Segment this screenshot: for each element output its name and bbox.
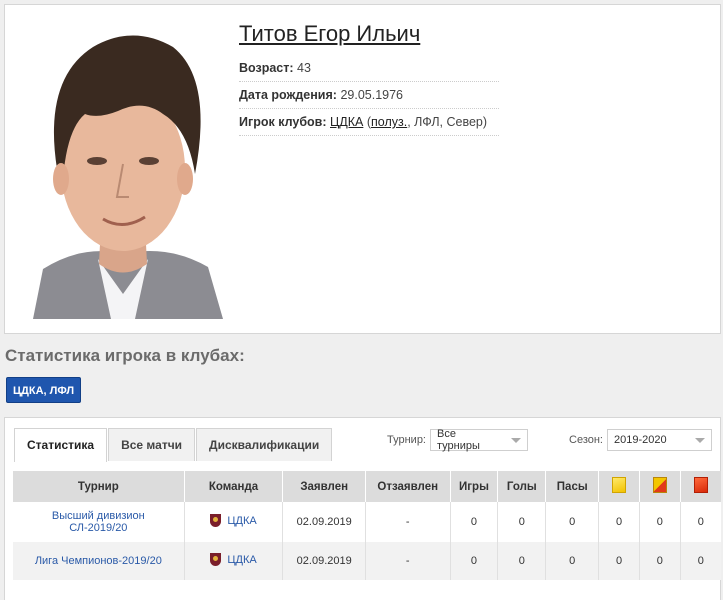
team-name: ЦДКА — [227, 514, 257, 527]
clubs-row: Игрок клубов: ЦДКА (полуз., ЛФЛ, Север) — [239, 109, 499, 136]
stats-tabs: Статистика Все матчи Дисквалификации — [14, 428, 333, 462]
tournament-link[interactable]: Высший дивизион СЛ-2019/20 — [13, 502, 185, 542]
yellow-red-cell: 0 — [638, 542, 681, 580]
tab-disqualifications[interactable]: Дисквалификации — [196, 428, 333, 461]
club-crest-icon — [210, 553, 222, 566]
col-yellow-red[interactable] — [638, 471, 681, 502]
registered-cell: 02.09.2019 — [282, 502, 366, 542]
player-photo — [23, 19, 229, 319]
birth-date-label: Дата рождения: — [239, 88, 337, 102]
role-link[interactable]: полуз. — [371, 115, 407, 129]
birth-date-value: 29.05.1976 — [340, 88, 403, 102]
birth-date-row: Дата рождения: 29.05.1976 — [239, 82, 499, 109]
age-label: Возраст: — [239, 61, 294, 75]
team-cell: ЦДКА — [183, 542, 283, 580]
col-team[interactable]: Команда — [183, 471, 283, 502]
club-link[interactable]: ЦДКА — [330, 115, 363, 129]
red-card-icon — [693, 477, 708, 493]
season-select[interactable]: 2019-2020 — [607, 429, 712, 451]
col-tournament[interactable]: Турнир — [13, 471, 185, 502]
chevron-down-icon — [695, 437, 705, 443]
club-filter-badge[interactable]: ЦДКА, ЛФЛ — [6, 377, 82, 403]
player-profile-card: Титов Егор Ильич Возраст: 43 Дата рожден… — [4, 4, 721, 334]
tournament-select[interactable]: Все турниры — [430, 428, 528, 452]
tournament-filter: Турнир: Все турниры — [387, 428, 528, 452]
tournament-link[interactable]: Лига Чемпионов-2019/20 — [13, 542, 185, 580]
section-title: Статистика игрока в клубах: — [5, 346, 245, 365]
tournament-filter-label: Турнир: — [387, 434, 426, 446]
col-unregistered[interactable]: Отзаявлен — [364, 471, 450, 502]
games-cell: 0 — [449, 502, 498, 542]
goals-cell: 0 — [497, 502, 546, 542]
age-value: 43 — [297, 61, 311, 75]
yellow-red-cell: 0 — [638, 502, 681, 542]
games-cell: 0 — [449, 542, 498, 580]
tab-all-matches[interactable]: Все матчи — [108, 428, 196, 461]
col-goals[interactable]: Голы — [497, 471, 546, 502]
table-row: Высший дивизион СЛ-2019/20 ЦДКА 02.09.20… — [13, 502, 721, 542]
yellow-card-icon — [612, 477, 627, 493]
club-crest-icon — [210, 514, 222, 527]
team-link[interactable]: ЦДКА — [210, 553, 257, 566]
yellow-cell: 0 — [598, 542, 640, 580]
season-filter-label: Сезон: — [569, 434, 603, 446]
age-row: Возраст: 43 — [239, 55, 499, 82]
assists-cell: 0 — [545, 542, 599, 580]
stats-table: Турнир Команда Заявлен Отзаявлен Игры Го… — [13, 471, 721, 580]
assists-cell: 0 — [545, 502, 599, 542]
yellow-cell: 0 — [598, 502, 640, 542]
unregistered-cell: - — [364, 542, 450, 580]
table-row: Лига Чемпионов-2019/20 ЦДКА 02.09.2019 -… — [13, 542, 721, 580]
tournament-select-value: Все турниры — [437, 428, 480, 452]
registered-cell: 02.09.2019 — [282, 542, 366, 580]
yellow-red-card-icon — [652, 477, 667, 493]
unregistered-cell: - — [364, 502, 450, 542]
col-assists[interactable]: Пасы — [545, 471, 599, 502]
red-cell: 0 — [679, 502, 721, 542]
stats-panel: Статистика Все матчи Дисквалификации Тур… — [4, 417, 721, 600]
goals-cell: 0 — [497, 542, 546, 580]
player-name[interactable]: Титов Егор Ильич — [239, 21, 499, 47]
season-select-value: 2019-2020 — [614, 434, 667, 446]
col-red[interactable] — [679, 471, 721, 502]
team-cell: ЦДКА — [183, 502, 283, 542]
chevron-down-icon — [511, 437, 521, 443]
col-registered[interactable]: Заявлен — [282, 471, 366, 502]
club-details: , ЛФЛ, Север) — [407, 115, 488, 129]
team-link[interactable]: ЦДКА — [210, 514, 257, 527]
clubs-label: Игрок клубов: — [239, 115, 327, 129]
player-info: Титов Егор Ильич Возраст: 43 Дата рожден… — [239, 21, 499, 136]
red-cell: 0 — [679, 542, 721, 580]
team-name: ЦДКА — [227, 553, 257, 566]
col-yellow[interactable] — [598, 471, 640, 502]
season-filter: Сезон: 2019-2020 — [569, 429, 712, 451]
col-games[interactable]: Игры — [449, 471, 498, 502]
table-header-row: Турнир Команда Заявлен Отзаявлен Игры Го… — [13, 471, 721, 502]
tab-statistics[interactable]: Статистика — [14, 428, 108, 462]
